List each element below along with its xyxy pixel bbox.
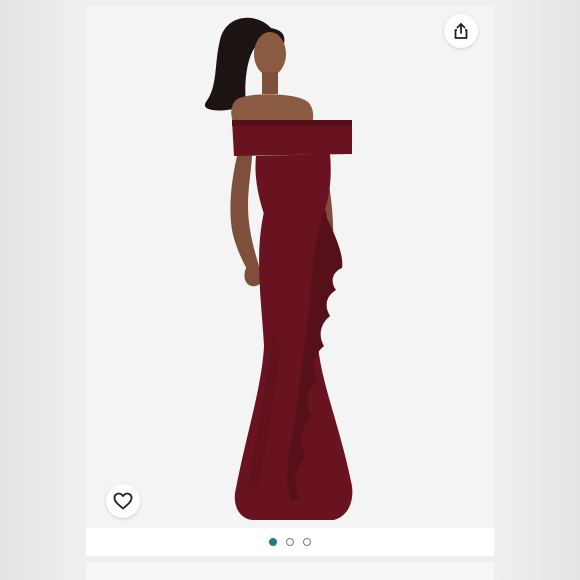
carousel-dot-2[interactable]: [286, 538, 294, 546]
share-button[interactable]: [444, 14, 478, 48]
carousel-dot-3[interactable]: [303, 538, 311, 546]
product-photo[interactable]: [86, 6, 494, 528]
product-image-viewer: [0, 0, 580, 580]
carousel-dot-1[interactable]: [269, 538, 277, 546]
carousel-indicator: [86, 528, 494, 556]
bottom-divider: [86, 562, 494, 580]
heart-outline-icon: [113, 492, 133, 510]
product-image-card: [86, 6, 494, 528]
like-button[interactable]: [106, 484, 140, 518]
share-icon: [454, 23, 468, 39]
